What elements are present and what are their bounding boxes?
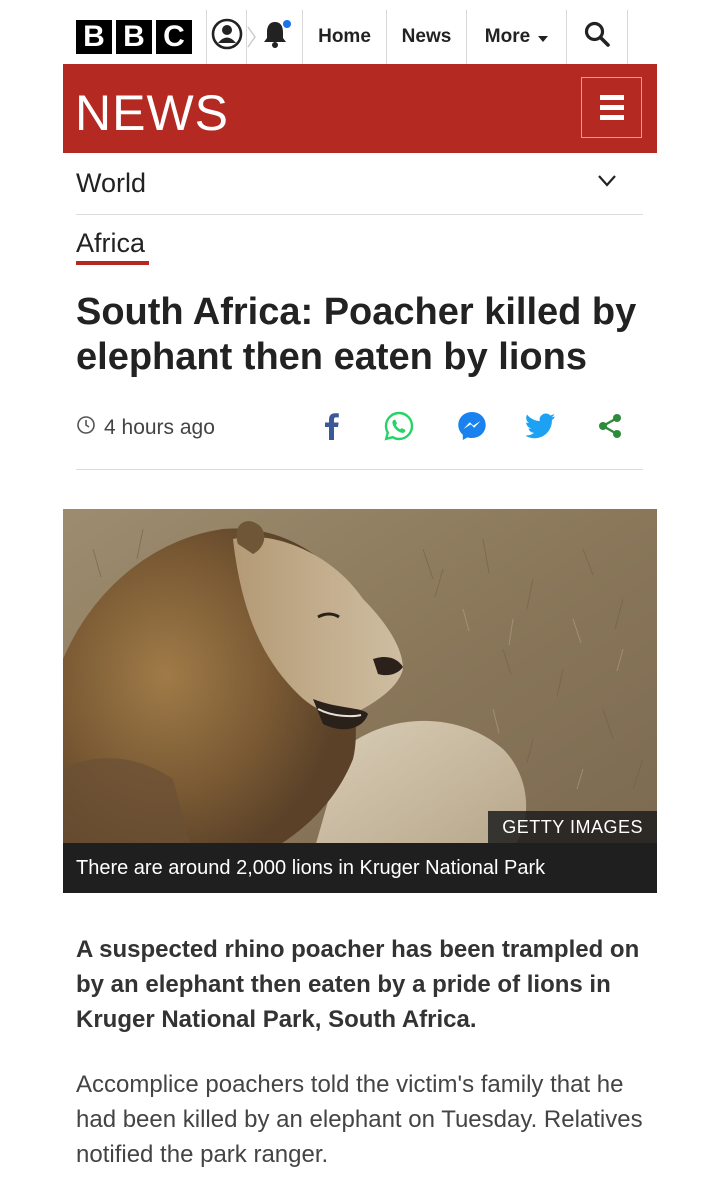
account-icon	[211, 18, 243, 56]
chevron-right-icon	[247, 26, 257, 54]
nav-more[interactable]: More	[466, 10, 566, 64]
share-twitter-button[interactable]	[523, 410, 559, 446]
notification-dot	[283, 20, 291, 28]
article-meta: 4 hours ago	[76, 408, 643, 470]
share-button[interactable]	[592, 410, 628, 446]
hamburger-menu-icon	[599, 115, 624, 120]
top-nav: B B C Home News More	[63, 10, 643, 64]
messenger-icon	[456, 410, 488, 447]
bbc-logo[interactable]: B B C	[63, 10, 206, 64]
bbc-logo-letter: C	[156, 20, 192, 54]
nav-home[interactable]: Home	[302, 10, 386, 64]
facebook-icon	[322, 412, 340, 445]
bbc-logo-letter: B	[76, 20, 112, 54]
menu-button[interactable]	[581, 77, 642, 138]
caret-down-icon	[538, 36, 549, 42]
section-label: World	[76, 167, 147, 198]
twitter-icon	[525, 413, 556, 444]
article-image: GETTY IMAGES There are around 2,000 lion…	[63, 509, 657, 893]
category-underline	[76, 261, 149, 265]
category-link[interactable]: Africa	[76, 228, 145, 259]
clock-icon	[76, 415, 96, 441]
hamburger-menu-icon	[599, 95, 624, 100]
article-lede: A suspected rhino poacher has been tramp…	[76, 936, 640, 1033]
image-credit: GETTY IMAGES	[488, 811, 657, 843]
news-banner: NEWS	[63, 64, 657, 153]
share-facebook-button[interactable]	[313, 410, 349, 446]
share-messenger-button[interactable]	[454, 410, 490, 446]
share-icon	[596, 412, 624, 445]
whatsapp-icon	[383, 410, 415, 447]
hamburger-menu-icon	[599, 105, 624, 110]
news-logo[interactable]: NEWS	[75, 84, 229, 142]
search-button[interactable]	[566, 10, 628, 64]
article-headline: South Africa: Poacher killed by elephant…	[76, 291, 637, 378]
bbc-logo-letter: B	[116, 20, 152, 54]
nav-news[interactable]: News	[386, 10, 466, 64]
nav-more-label: More	[484, 26, 531, 47]
account-button[interactable]	[206, 10, 246, 64]
search-icon	[583, 20, 611, 54]
image-caption: There are around 2,000 lions in Kruger N…	[63, 843, 657, 893]
timestamp-text: 4 hours ago	[104, 416, 215, 439]
section-dropdown[interactable]: World	[76, 152, 643, 215]
share-whatsapp-button[interactable]	[381, 410, 417, 446]
chevron-down-icon	[597, 174, 617, 193]
timestamp: 4 hours ago	[76, 415, 215, 441]
article-paragraph: Accomplice poachers told the victim's fa…	[76, 1071, 643, 1168]
notifications-button[interactable]	[246, 10, 302, 64]
